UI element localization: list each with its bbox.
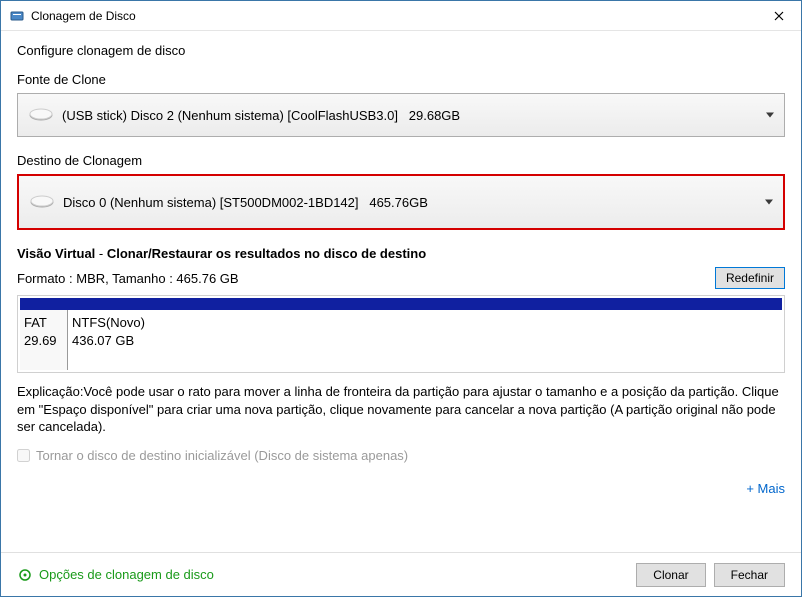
bootable-checkbox — [17, 449, 30, 462]
bootable-checkbox-row: Tornar o disco de destino inicializável … — [17, 448, 785, 463]
source-dropdown[interactable]: (USB stick) Disco 2 (Nenhum sistema) [Co… — [17, 93, 785, 137]
clone-options-link[interactable]: Opções de clonagem de disco — [17, 567, 628, 583]
virtual-view-prefix: Visão Virtual — [17, 246, 95, 261]
dest-text: Disco 0 (Nenhum sistema) [ST500DM002-1BD… — [63, 195, 428, 210]
format-info: Formato : MBR, Tamanho : 465.76 GB — [17, 271, 715, 286]
chevron-down-icon — [766, 113, 774, 118]
close-footer-button[interactable]: Fechar — [714, 563, 785, 587]
page-subtitle: Configure clonagem de disco — [17, 43, 785, 58]
partition-header-bar — [20, 298, 782, 310]
partition-layout[interactable]: FAT 29.69 NTFS(Novo) 436.07 GB — [17, 295, 785, 373]
dest-label: Destino de Clonagem — [17, 153, 785, 168]
source-label: Fonte de Clone — [17, 72, 785, 87]
partition-ntfs[interactable]: NTFS(Novo) 436.07 GB — [68, 310, 782, 370]
dest-dropdown[interactable]: Disco 0 (Nenhum sistema) [ST500DM002-1BD… — [17, 174, 785, 230]
disk-icon — [28, 106, 54, 124]
partition-fat[interactable]: FAT 29.69 — [20, 310, 68, 370]
explanation-text: Explicação:Você pode usar o rato para mo… — [17, 383, 785, 436]
close-button[interactable] — [756, 1, 801, 31]
more-link[interactable]: + Mais — [17, 481, 785, 496]
reset-button[interactable]: Redefinir — [715, 267, 785, 289]
footer: Opções de clonagem de disco Clonar Fecha… — [1, 552, 801, 596]
titlebar: Clonagem de Disco — [1, 1, 801, 31]
gear-icon — [17, 567, 33, 583]
source-text: (USB stick) Disco 2 (Nenhum sistema) [Co… — [62, 108, 460, 123]
window-title: Clonagem de Disco — [31, 9, 756, 23]
clone-button[interactable]: Clonar — [636, 563, 705, 587]
chevron-down-icon — [765, 200, 773, 205]
virtual-view-suffix: Clonar/Restaurar os resultados no disco … — [107, 246, 426, 261]
bootable-label: Tornar o disco de destino inicializável … — [36, 448, 408, 463]
virtual-view-header: Visão Virtual - Clonar/Restaurar os resu… — [17, 246, 785, 261]
disk-icon — [29, 193, 55, 211]
app-icon — [9, 8, 25, 24]
